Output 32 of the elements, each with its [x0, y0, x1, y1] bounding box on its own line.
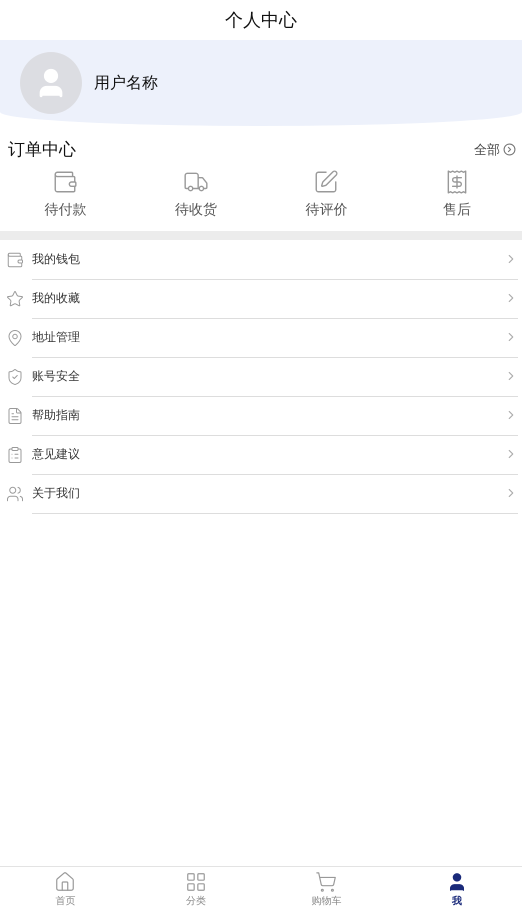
- section-title: 订单中心: [8, 139, 76, 161]
- menu-item[interactable]: 关于我们: [0, 474, 522, 513]
- wallet-icon: [52, 169, 78, 195]
- order-status-button[interactable]: 售后: [392, 169, 522, 219]
- home-icon: [54, 870, 76, 892]
- cart-icon: [315, 870, 338, 892]
- menu-item[interactable]: 地址管理: [0, 318, 522, 357]
- location-pin-icon: [6, 328, 24, 346]
- chevron-circle-icon: [503, 143, 516, 156]
- tab-bar-item[interactable]: 分类: [130, 867, 261, 911]
- menu-item[interactable]: 我的钱包: [0, 240, 522, 279]
- username: 用户名称: [94, 72, 158, 94]
- menu-item[interactable]: 帮助指南: [0, 396, 522, 435]
- star-icon: [6, 290, 24, 308]
- order-status-button[interactable]: 待付款: [0, 169, 130, 219]
- people-icon: [6, 484, 24, 502]
- shield-check-icon: [6, 368, 24, 386]
- page-title: 个人中心: [224, 9, 298, 33]
- order-status-button[interactable]: 待评价: [261, 169, 392, 219]
- order-status-button[interactable]: 待收货: [130, 169, 261, 219]
- wallet-icon: [6, 250, 24, 268]
- view-all-link[interactable]: 全部: [474, 140, 516, 158]
- menu-item[interactable]: 账号安全: [0, 357, 522, 396]
- grid-icon: [184, 870, 207, 892]
- document-icon: [6, 406, 24, 424]
- pencil-icon: [313, 169, 340, 195]
- menu-item[interactable]: 意见建议: [0, 435, 522, 474]
- menu-item[interactable]: 我的收藏: [0, 279, 522, 318]
- tab-bar-item[interactable]: 我: [392, 867, 522, 911]
- tab-bar-item[interactable]: 购物车: [261, 867, 392, 911]
- clipboard-icon: [6, 446, 24, 464]
- tab-bar-item[interactable]: 首页: [0, 867, 130, 911]
